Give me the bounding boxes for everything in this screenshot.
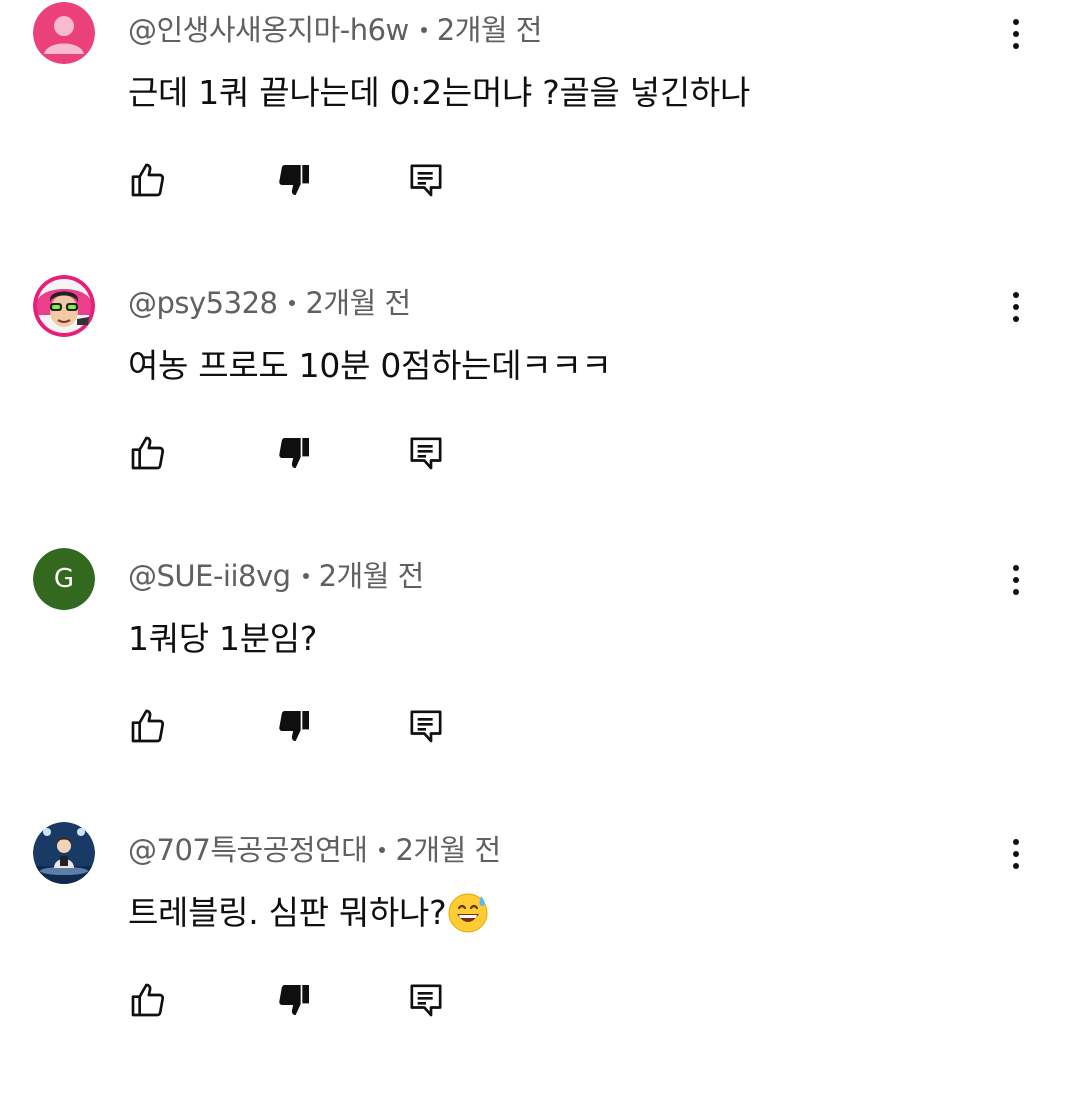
reply-comment-icon bbox=[410, 437, 442, 470]
avatar[interactable] bbox=[33, 275, 95, 337]
grinning-face-with-sweat-icon bbox=[448, 893, 488, 932]
default-avatar-icon bbox=[33, 2, 95, 64]
more-vertical-icon bbox=[1013, 839, 1019, 845]
comment-time: 2개월 전 bbox=[395, 833, 501, 867]
comment-author[interactable]: @SUE-ii8vg bbox=[128, 559, 291, 593]
comment-actions bbox=[0, 152, 1080, 208]
comment-item: G @SUE-ii8vg 2개월 전 1쿼당 1분임? bbox=[0, 546, 1080, 820]
avatar-letter: G bbox=[33, 548, 95, 610]
comment-meta: @707특공공정연대 2개월 전 bbox=[128, 828, 501, 872]
comment-item: @707특공공정연대 2개월 전 트레블링. 심판 뭐하나? bbox=[0, 820, 1080, 1094]
comment-author[interactable]: @인생사새옹지마-h6w bbox=[128, 13, 409, 47]
like-button[interactable] bbox=[120, 698, 176, 754]
more-options-button[interactable] bbox=[996, 283, 1036, 331]
dislike-button[interactable] bbox=[266, 425, 322, 481]
like-button[interactable] bbox=[120, 152, 176, 208]
thumbs-up-icon bbox=[131, 163, 165, 197]
comment-time: 2개월 전 bbox=[305, 286, 411, 320]
avatar[interactable] bbox=[33, 822, 95, 884]
comment-author[interactable]: @707특공공정연대 bbox=[128, 833, 368, 867]
more-options-button[interactable] bbox=[996, 556, 1036, 604]
more-vertical-icon bbox=[1013, 292, 1019, 298]
comment-meta: @인생사새옹지마-h6w 2개월 전 bbox=[128, 8, 543, 52]
comment-time: 2개월 전 bbox=[318, 559, 425, 593]
comment-meta: @psy5328 2개월 전 bbox=[128, 281, 411, 325]
dislike-button[interactable] bbox=[266, 972, 322, 1028]
dislike-button[interactable] bbox=[266, 698, 322, 754]
more-vertical-icon bbox=[1013, 565, 1019, 571]
comment-text: 트레블링. 심판 뭐하나? bbox=[128, 888, 490, 938]
comment-actions bbox=[0, 972, 1080, 1028]
comment-text: 근데 1쿼 끝나는데 0:2는머냐 ?골을 넣긴하나 bbox=[128, 73, 751, 112]
thumbs-down-icon bbox=[279, 711, 309, 741]
reply-button[interactable] bbox=[398, 152, 454, 208]
reply-button[interactable] bbox=[398, 698, 454, 754]
reply-comment-icon bbox=[410, 710, 442, 743]
thumbs-down-icon bbox=[279, 438, 309, 468]
thumbs-up-icon bbox=[131, 709, 165, 743]
comment-time: 2개월 전 bbox=[436, 13, 543, 47]
comment-item: @psy5328 2개월 전 여농 프로도 10분 0점하는데ㅋㅋㅋ bbox=[0, 273, 1080, 547]
comment-item: @인생사새옹지마-h6w 2개월 전 근데 1쿼 끝나는데 0:2는머냐 ?골을 … bbox=[0, 0, 1080, 274]
separator-dot bbox=[302, 573, 309, 579]
more-options-button[interactable] bbox=[996, 10, 1036, 58]
comment-author[interactable]: @psy5328 bbox=[128, 286, 278, 320]
avatar[interactable] bbox=[33, 2, 95, 64]
separator-dot bbox=[289, 300, 296, 306]
thumbs-down-icon bbox=[279, 165, 309, 195]
thumbs-up-icon bbox=[131, 436, 165, 470]
separator-dot bbox=[420, 27, 427, 33]
comment-text: 1쿼당 1분임? bbox=[128, 619, 318, 658]
thumbs-up-icon bbox=[131, 983, 165, 1017]
more-options-button[interactable] bbox=[996, 830, 1036, 878]
comment-meta: @SUE-ii8vg 2개월 전 bbox=[128, 554, 424, 598]
more-vertical-icon bbox=[1013, 19, 1019, 25]
comment-actions bbox=[0, 425, 1080, 481]
separator-dot bbox=[379, 847, 386, 853]
thumbs-down-icon bbox=[279, 985, 309, 1015]
reply-comment-icon bbox=[410, 164, 442, 197]
comment-actions bbox=[0, 698, 1080, 754]
comment-text: 여농 프로도 10분 0점하는데ㅋㅋㅋ bbox=[128, 346, 612, 385]
avatar[interactable]: G bbox=[33, 548, 95, 610]
reply-button[interactable] bbox=[398, 425, 454, 481]
reply-comment-icon bbox=[410, 984, 442, 1017]
like-button[interactable] bbox=[120, 425, 176, 481]
like-button[interactable] bbox=[120, 972, 176, 1028]
reply-button[interactable] bbox=[398, 972, 454, 1028]
person-on-stage-icon bbox=[33, 822, 95, 884]
person-with-sunglasses-icon bbox=[33, 275, 95, 337]
dislike-button[interactable] bbox=[266, 152, 322, 208]
